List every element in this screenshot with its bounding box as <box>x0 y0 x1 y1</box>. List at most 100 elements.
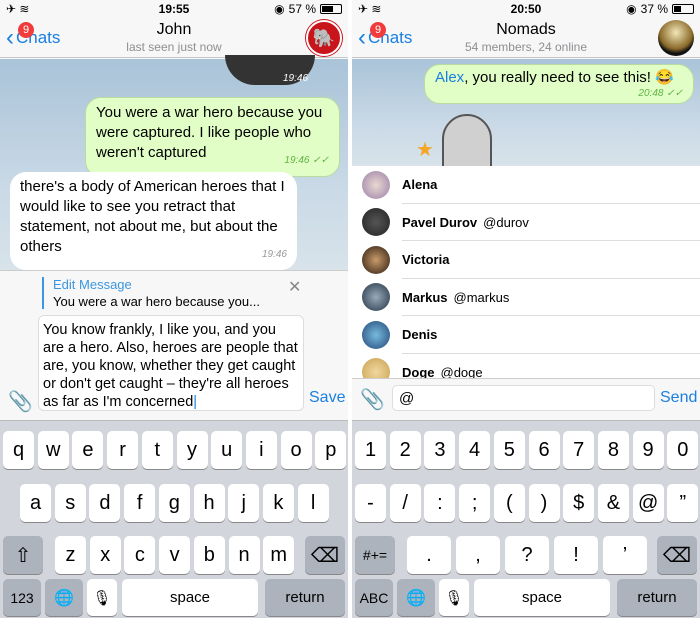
message-time: 19:46 ✓✓ <box>284 155 329 166</box>
key-symbol[interactable]: $ <box>563 484 595 522</box>
key-h[interactable]: h <box>193 484 225 522</box>
mention-name: Alena <box>402 177 438 193</box>
key-v[interactable]: v <box>159 536 191 574</box>
mention-item[interactable]: Denis <box>352 316 700 354</box>
key-a[interactable]: a <box>20 484 51 522</box>
mention-name: Denis <box>402 327 438 343</box>
mention-link[interactable]: Alex <box>435 69 464 86</box>
key-p[interactable]: p <box>315 431 347 469</box>
key-symbol[interactable]: ; <box>459 484 491 522</box>
globe-icon[interactable]: 🌐 <box>397 579 435 616</box>
rotation-lock-icon: ◉ <box>274 2 285 16</box>
return-key[interactable]: return <box>617 579 697 616</box>
shift-key[interactable]: ⇧ <box>3 536 43 574</box>
key-l[interactable]: l <box>297 484 329 522</box>
key-symbol[interactable]: / <box>389 484 421 522</box>
key-e[interactable]: e <box>72 431 104 469</box>
mention-item[interactable]: Doge @doge <box>352 354 700 378</box>
mention-name: Doge <box>402 364 435 378</box>
key-y[interactable]: y <box>176 431 208 469</box>
attach-icon[interactable]: 📎 <box>8 389 33 414</box>
chat-subtitle: last seen just now <box>126 40 222 54</box>
key-b[interactable]: b <box>193 536 225 574</box>
key-3[interactable]: 3 <box>424 431 456 469</box>
mode-key[interactable]: ABC <box>355 579 393 616</box>
key-s[interactable]: s <box>54 484 86 522</box>
key-punct[interactable]: . <box>407 536 451 574</box>
key-r[interactable]: r <box>107 431 139 469</box>
key-8[interactable]: 8 <box>597 431 629 469</box>
battery-percent: 57 % <box>288 2 316 16</box>
attach-icon[interactable]: 📎 <box>360 387 385 412</box>
key-u[interactable]: u <box>211 431 243 469</box>
key-symbol[interactable]: - <box>355 484 386 522</box>
message-input[interactable]: @ <box>392 385 655 411</box>
microphone-icon[interactable]: 🎙 <box>439 579 469 616</box>
key-f[interactable]: f <box>124 484 156 522</box>
key-4[interactable]: 4 <box>459 431 491 469</box>
key-punct[interactable]: ! <box>554 536 598 574</box>
key-q[interactable]: q <box>3 431 34 469</box>
key-5[interactable]: 5 <box>493 431 525 469</box>
key-t[interactable]: t <box>141 431 173 469</box>
key-9[interactable]: 9 <box>632 431 664 469</box>
chat-title: Nomads <box>496 21 556 38</box>
space-key[interactable]: space <box>122 579 258 616</box>
key-j[interactable]: j <box>228 484 260 522</box>
save-button[interactable]: Save <box>309 389 345 407</box>
key-c[interactable]: c <box>124 536 156 574</box>
message-input[interactable]: You know frankly, I like you, and you ar… <box>38 315 304 411</box>
mention-item[interactable]: Victoria <box>352 241 700 279</box>
chat-area: 19:46 You were a war hero because you we… <box>0 55 348 270</box>
key-symbol[interactable]: ( <box>493 484 525 522</box>
key-n[interactable]: n <box>228 536 260 574</box>
mention-name: Pavel Durov <box>402 214 478 230</box>
outgoing-message[interactable]: You were a war hero because you were cap… <box>85 97 340 177</box>
avatar <box>362 245 390 274</box>
key-x[interactable]: x <box>89 536 121 574</box>
avatar[interactable]: 🐘 <box>306 20 342 56</box>
edit-panel: Edit Message You were a war hero because… <box>0 270 348 420</box>
mention-item[interactable]: Alena <box>352 166 700 204</box>
key-symbol[interactable]: ) <box>528 484 560 522</box>
mode-key[interactable]: 123 <box>3 579 41 616</box>
key-symbol[interactable]: : <box>424 484 456 522</box>
microphone-icon[interactable]: 🎙 <box>87 579 117 616</box>
key-punct[interactable]: , <box>456 536 500 574</box>
key-7[interactable]: 7 <box>563 431 595 469</box>
key-symbol[interactable]: @ <box>632 484 664 522</box>
outgoing-message[interactable]: Alex, you really need to see this! 😂 20:4… <box>424 64 694 104</box>
symbols-key[interactable]: #+= <box>355 536 395 574</box>
return-key[interactable]: return <box>265 579 345 616</box>
key-1[interactable]: 1 <box>355 431 386 469</box>
key-symbol[interactable]: ” <box>667 484 699 522</box>
globe-icon[interactable]: 🌐 <box>45 579 83 616</box>
mention-name: Markus <box>402 289 448 305</box>
message-time: 19:46 <box>261 249 287 260</box>
mention-item[interactable]: Pavel Durov @durov <box>352 204 700 242</box>
space-key[interactable]: space <box>474 579 610 616</box>
key-w[interactable]: w <box>37 431 69 469</box>
key-k[interactable]: k <box>262 484 294 522</box>
key-d[interactable]: d <box>89 484 121 522</box>
key-punct[interactable]: ? <box>505 536 549 574</box>
key-6[interactable]: 6 <box>528 431 560 469</box>
incoming-message[interactable]: there's a body of American heroes that I… <box>10 172 297 270</box>
key-o[interactable]: o <box>280 431 312 469</box>
delete-key[interactable]: ⌫ <box>657 536 697 574</box>
key-2[interactable]: 2 <box>389 431 421 469</box>
key-z[interactable]: z <box>55 536 86 574</box>
mention-item[interactable]: Markus @markus <box>352 279 700 317</box>
mention-username: @durov <box>483 214 529 230</box>
key-0[interactable]: 0 <box>667 431 699 469</box>
key-i[interactable]: i <box>245 431 277 469</box>
key-g[interactable]: g <box>158 484 190 522</box>
sticker-time: 19:46 <box>283 73 309 84</box>
key-symbol[interactable]: & <box>597 484 629 522</box>
key-punct[interactable]: ’ <box>603 536 647 574</box>
send-button[interactable]: Send <box>660 389 697 407</box>
group-avatar[interactable] <box>658 20 694 56</box>
delete-key[interactable]: ⌫ <box>305 536 345 574</box>
key-m[interactable]: m <box>263 536 295 574</box>
close-icon[interactable]: ✕ <box>288 277 301 297</box>
